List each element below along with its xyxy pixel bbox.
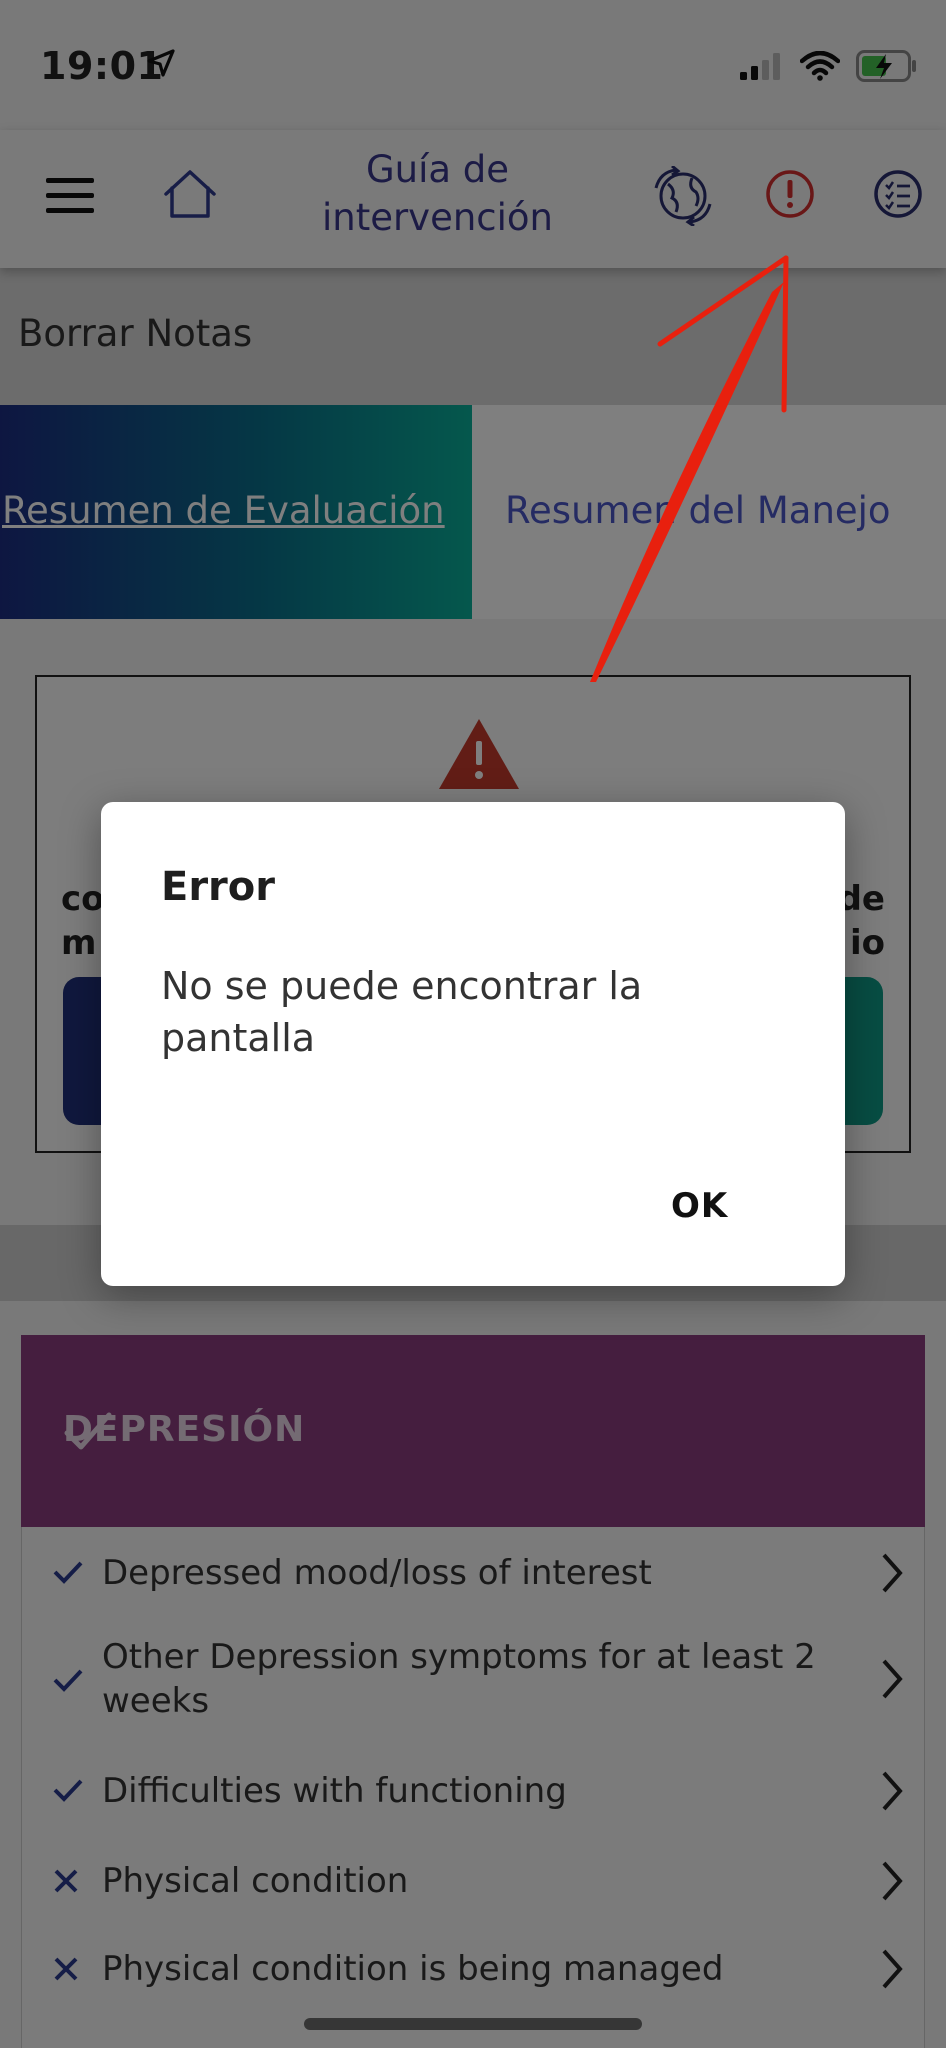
dialog-title: Error bbox=[161, 864, 275, 910]
dialog-message: No se puede encontrar la pantalla bbox=[161, 964, 643, 1060]
error-dialog: Error No se puede encontrar la pantalla … bbox=[101, 802, 845, 1286]
ok-button[interactable]: OK bbox=[661, 1180, 738, 1232]
